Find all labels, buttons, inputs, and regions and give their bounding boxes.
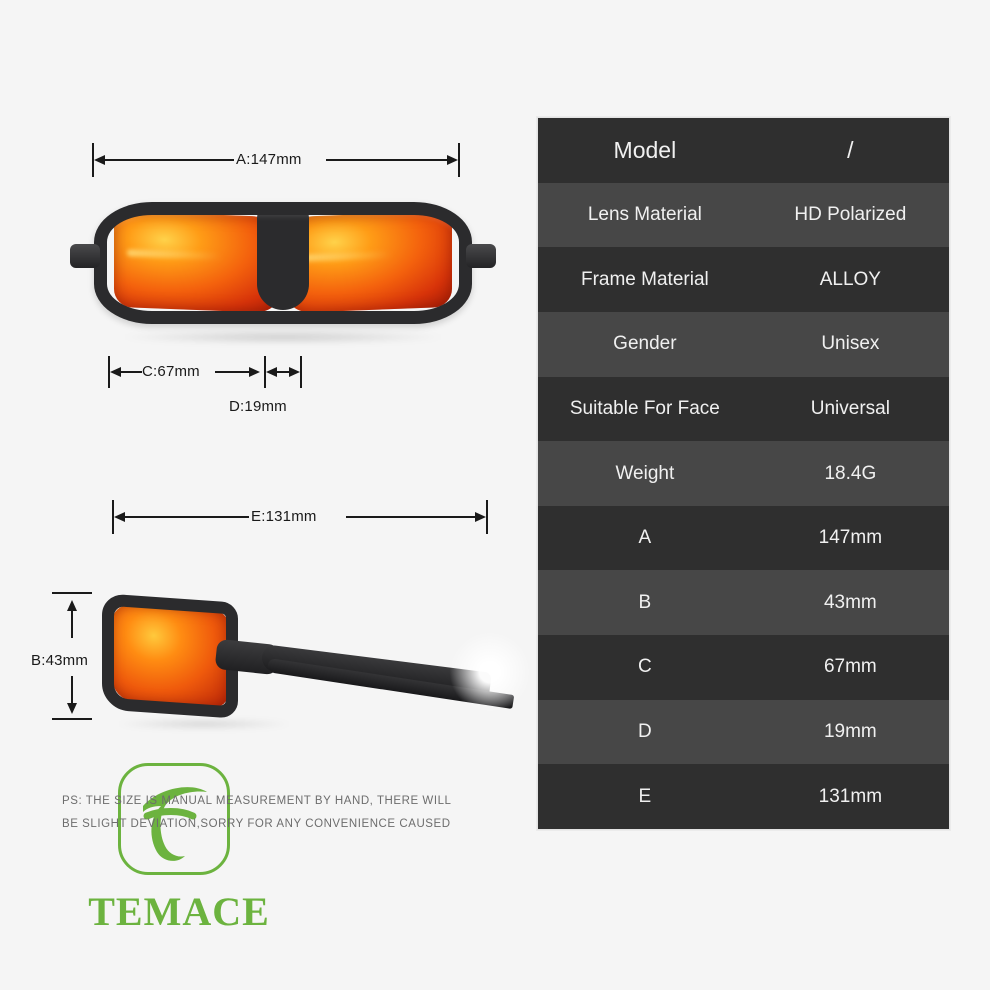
dimension-d-arrow-left xyxy=(266,367,277,377)
spec-key: Lens Material xyxy=(587,203,702,225)
table-row: Weight 18.4G xyxy=(538,441,949,506)
dimension-b-cap-bottom xyxy=(52,718,92,720)
dimension-d-arrow-right xyxy=(289,367,300,377)
dimension-b-arrow-down xyxy=(67,703,77,714)
table-row: C 67mm xyxy=(538,635,949,700)
dimension-c-arrow-right xyxy=(249,367,260,377)
spec-key: B xyxy=(638,591,652,613)
dimension-a-line-right xyxy=(326,159,452,161)
front-hinge-right xyxy=(466,244,496,268)
dimension-e-label: E:131mm xyxy=(251,508,317,525)
dimension-e-line-left xyxy=(124,516,249,518)
dimension-c-line-left xyxy=(120,371,142,373)
table-row: E 131mm xyxy=(538,764,949,830)
spec-key: D xyxy=(637,721,652,743)
dimension-e-arrow-left xyxy=(114,512,125,522)
dimension-c-label: C:67mm xyxy=(142,363,200,380)
table-row: Gender Unisex xyxy=(538,311,949,377)
specification-table: Model / Lens Material HD Polarized Frame… xyxy=(537,117,950,830)
dimension-b-line-top xyxy=(71,608,73,638)
table-row: Lens Material HD Polarized xyxy=(538,182,949,248)
dimension-b-cap-top xyxy=(52,592,92,594)
dimension-b-line-bottom xyxy=(71,676,73,704)
dimension-a-line-left xyxy=(104,159,234,161)
table-row: Suitable For Face Universal xyxy=(538,376,949,442)
dimension-a-arrow-right xyxy=(447,155,458,165)
spec-key: Model xyxy=(613,136,677,163)
dimension-e-arrow-right xyxy=(475,512,486,522)
dimension-e-cap-right xyxy=(486,500,488,534)
spec-key: Weight xyxy=(615,462,675,484)
dimension-c-arrow-left xyxy=(110,367,121,377)
spec-value: 131mm xyxy=(818,785,883,807)
dimension-b-arrow-up xyxy=(67,600,77,611)
spec-value: / xyxy=(847,136,854,163)
dimension-b-label: B:43mm xyxy=(31,652,89,669)
table-row: Model / xyxy=(538,118,949,183)
front-frame xyxy=(94,202,472,324)
spec-value: Universal xyxy=(810,397,890,419)
table-row: B 43mm xyxy=(538,570,949,636)
sunglasses-front-view xyxy=(70,196,496,344)
dimension-a-arrow-left xyxy=(94,155,105,165)
dimension-a-cap-right xyxy=(458,143,460,177)
spec-value: ALLOY xyxy=(819,268,881,290)
dimension-c-line-right xyxy=(215,371,251,373)
disclaimer-line-1: PS: THE SIZE IS MANUAL MEASUREMENT BY HA… xyxy=(62,795,452,807)
spec-key: E xyxy=(638,785,652,807)
dimension-d-label: D:19mm xyxy=(229,398,287,415)
front-hinge-left xyxy=(70,244,100,268)
table-row: Frame Material ALLOY xyxy=(538,247,949,312)
spec-value: 18.4G xyxy=(824,462,877,484)
spec-key: A xyxy=(638,527,652,549)
spec-value: HD Polarized xyxy=(794,203,907,225)
spec-value: 19mm xyxy=(823,721,877,743)
spec-value: 67mm xyxy=(823,656,877,678)
table-row: D 19mm xyxy=(538,699,949,765)
spec-value: 43mm xyxy=(823,591,877,613)
product-spec-sheet: A:147mm C:67mm D:19mm E:131mm B:43mm PS:… xyxy=(0,0,990,990)
table-row: A 147mm xyxy=(538,505,949,571)
dimension-a-label: A:147mm xyxy=(236,151,302,168)
dimension-d-cap-right xyxy=(300,356,302,388)
spec-key: Suitable For Face xyxy=(569,397,720,419)
spec-key: Gender xyxy=(613,333,677,355)
spec-value: Unisex xyxy=(821,333,880,355)
disclaimer-line-2: BE SLIGHT DEVIATION,SORRY FOR ANY CONVEN… xyxy=(62,818,451,830)
side-view-highlight xyxy=(448,630,532,714)
spec-key: Frame Material xyxy=(580,268,709,290)
measurement-disclaimer: PS: THE SIZE IS MANUAL MEASUREMENT BY HA… xyxy=(62,790,482,836)
dimension-e-line-right xyxy=(346,516,480,518)
sunglasses-side-view xyxy=(96,586,532,730)
spec-key: C xyxy=(637,656,652,678)
side-view-shadow xyxy=(114,718,294,730)
spec-value: 147mm xyxy=(818,527,883,549)
temace-wordmark: TEMACE xyxy=(88,889,270,934)
front-view-shadow xyxy=(122,330,444,344)
